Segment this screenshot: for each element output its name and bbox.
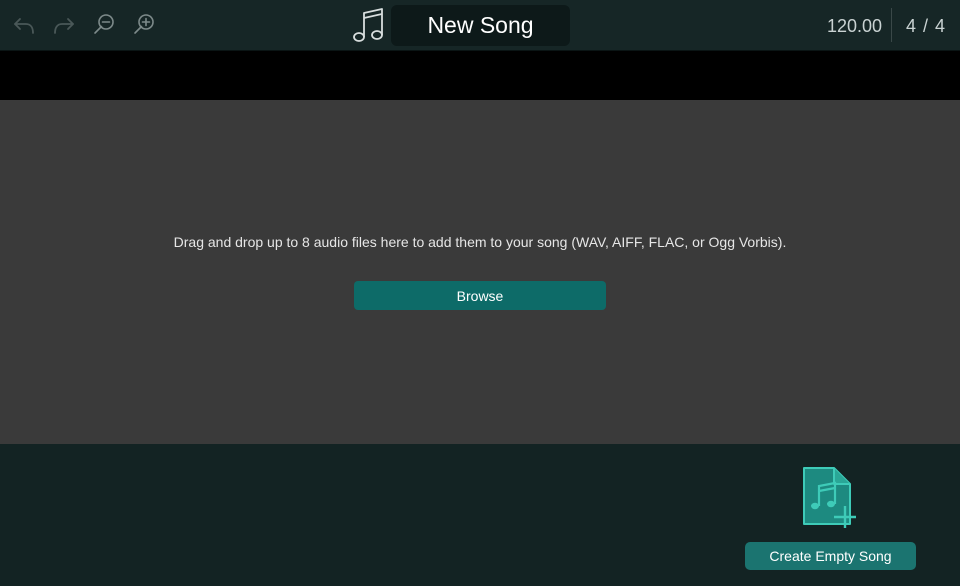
timeline-ruler xyxy=(0,51,960,100)
zoom-in-icon xyxy=(134,14,154,34)
zoom-out-icon xyxy=(94,14,114,34)
time-signature-display[interactable]: 4 / 4 xyxy=(900,14,952,38)
bottom-panel: Create Empty Song xyxy=(0,444,960,586)
new-song-file-icon[interactable] xyxy=(798,465,862,531)
zoom-out-button[interactable] xyxy=(89,9,119,41)
song-title-field[interactable]: New Song xyxy=(391,5,570,46)
app-window: New Song 120.00 4 / 4 Drag and drop up t… xyxy=(0,0,960,586)
toolbar-divider xyxy=(891,8,892,42)
tempo-display[interactable]: 120.00 xyxy=(812,14,882,38)
drop-instructions: Drag and drop up to 8 audio files here t… xyxy=(173,234,787,250)
redo-icon xyxy=(54,18,74,34)
zoom-in-button[interactable] xyxy=(129,9,159,41)
undo-icon xyxy=(14,18,34,34)
create-empty-song-button[interactable]: Create Empty Song xyxy=(745,542,916,570)
redo-button[interactable] xyxy=(49,9,79,41)
browse-button[interactable]: Browse xyxy=(354,281,606,310)
drop-zone[interactable]: Drag and drop up to 8 audio files here t… xyxy=(0,100,960,444)
undo-button[interactable] xyxy=(9,9,39,41)
music-note-icon xyxy=(350,6,386,46)
toolbar: New Song 120.00 4 / 4 xyxy=(0,0,960,51)
